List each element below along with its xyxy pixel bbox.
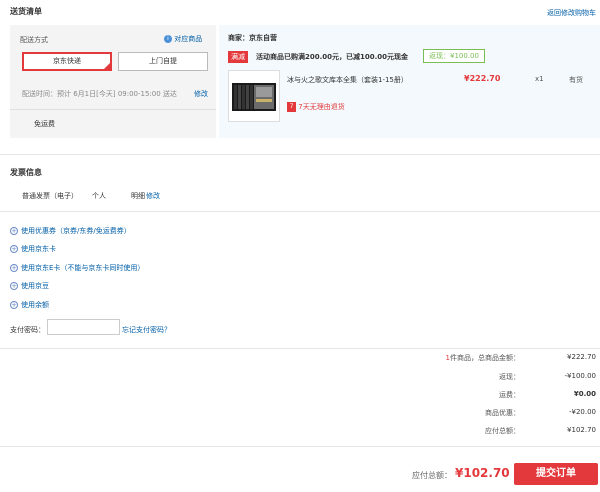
product-qty: x1 [535,75,544,83]
selected-corner-icon [103,62,111,70]
delivery-time-value: 预计 6月1日[今天] 09:00-15:00 送达 [57,90,177,98]
merchant-panel: 商家：京东自营 满减 活动商品已购满200.00元，已减100.00元现金 返现… [219,25,600,138]
discount-value: -¥20.00 [568,408,596,416]
expand-plus-icon: + [10,264,18,272]
item-count-label: 件商品，总商品金额： [450,354,520,362]
option-jd-beans[interactable]: + 使用京豆 [10,281,49,291]
option-jd-express[interactable]: 京东快递 [22,52,112,71]
merchant-label: 商家：京东自营 [228,34,277,42]
expand-plus-icon: + [10,282,18,290]
summary-payable-row: 应付总额： ¥102.70 [0,426,600,440]
option-jd-ecard[interactable]: + 使用京东E卡（不能与京东卡同时使用） [10,263,144,273]
product-price: ¥222.70 [464,74,501,83]
invoice-detail: 明细 [131,192,145,200]
expand-plus-icon: + [10,301,18,309]
invoice-person: 个人 [92,192,106,200]
freight-label: 运费： [499,391,520,399]
info-icon: i [164,35,172,43]
submit-order-button[interactable]: 提交订单 [514,463,598,485]
delivery-panel: 配送方式 i 对应商品 京东快递 上门自提 配送时间：预计 6月1日[今天] 0… [10,25,216,138]
summary-rebate-row: 返现： -¥100.00 [0,372,600,386]
payable-value: ¥102.70 [567,426,596,434]
rebate-badge: 返现：¥100.00 [423,49,485,63]
freight-value: ¥0.00 [573,390,596,398]
delivery-time: 配送时间：预计 6月1日[今天] 09:00-15:00 送达 [22,89,177,99]
option-label: 使用余额 [21,301,49,309]
divider [0,446,600,447]
summary-discount-row: 商品优惠： -¥20.00 [0,408,600,422]
rebate-label: 返现： [499,373,520,381]
divider [0,211,600,212]
summary-count-row: 1件商品，总商品金额： ¥222.70 [0,353,600,367]
promo-text: 活动商品已购满200.00元，已减100.00元现金 [256,53,409,61]
back-to-cart-link[interactable]: 返回修改购物车 [547,8,596,18]
option-label: 使用京豆 [21,282,49,290]
payable-label: 应付总额： [485,427,520,435]
return-policy-text: 7天无理由退货 [298,103,345,111]
product-stock: 有货 [569,76,583,84]
option-jd-card[interactable]: + 使用京东卡 [10,244,56,254]
option-coupon[interactable]: + 使用优惠券（京券/东券/免运费券） [10,226,131,236]
option-label: 使用优惠券（京券/东券/免运费券） [21,227,131,235]
promo-badge: 满减 [228,51,248,63]
paypass-label: 支付密码： [10,326,45,334]
invoice-modify-link[interactable]: 修改 [146,191,160,201]
option-label: 使用京东E卡（不能与京东卡同时使用） [21,264,145,272]
return-badge-icon: 7 [287,102,296,112]
discount-label: 商品优惠： [485,409,520,417]
paypass-input[interactable] [47,319,120,335]
invoice-title: 发票信息 [10,168,42,177]
product-image[interactable] [228,70,280,122]
supported-items[interactable]: i 对应商品 [164,34,202,44]
total-goods-value: ¥222.70 [567,353,596,361]
divider [0,348,600,349]
delivery-modify-link[interactable]: 修改 [194,89,208,99]
delivery-method-label: 配送方式 [20,36,48,44]
expand-plus-icon: + [10,245,18,253]
divider [0,154,600,155]
footer-payable-value: ¥102.70 [455,466,510,480]
book-set-icon [232,83,276,111]
delivery-time-label: 配送时间： [22,90,57,98]
supported-items-link[interactable]: 对应商品 [174,35,202,43]
divider [10,109,216,110]
rebate-value: -¥100.00 [564,372,596,380]
footer-payable-label: 应付总额： [412,471,452,480]
product-name[interactable]: 冰与火之歌文库本全集（套装1-15册） [287,75,408,85]
summary-freight-row: 运费： ¥0.00 [0,390,600,404]
forgot-paypass-link[interactable]: 忘记支付密码？ [122,325,171,335]
option-jd-express-label: 京东快递 [53,57,81,65]
option-self-pickup[interactable]: 上门自提 [118,52,208,71]
return-policy: 7 7天无理由退货 [287,102,345,112]
option-balance[interactable]: + 使用余额 [10,300,49,310]
page-title: 送货清单 [10,7,42,16]
summary-count: 1件商品，总商品金额： [446,353,520,363]
expand-plus-icon: + [10,227,18,235]
option-label: 使用京东卡 [21,245,56,253]
invoice-type: 普通发票（电子） [22,192,78,200]
shipping-fee-text: 免运费 [34,120,55,128]
